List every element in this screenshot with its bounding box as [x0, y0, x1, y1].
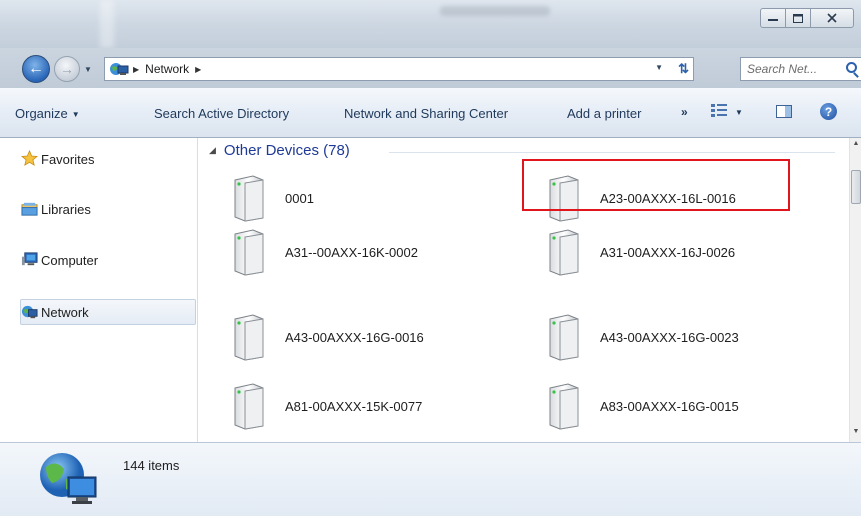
add-printer-label: Add a printer	[567, 106, 642, 121]
device-label: 0001	[285, 191, 314, 206]
file-list-pane: ◢ Other Devices (78) 0001 A23-00AXXX-16L…	[199, 138, 849, 442]
scroll-thumb[interactable]	[851, 170, 861, 204]
refresh-icon[interactable]: ⇅	[678, 61, 689, 77]
device-label: A43-00AXXX-16G-0016	[285, 330, 424, 345]
minimize-button[interactable]	[760, 8, 786, 28]
device-icon	[549, 383, 579, 430]
item-count: 144 items	[123, 458, 180, 473]
address-bar[interactable]: ▶ Network ▶ ▼ ⇅	[104, 57, 694, 81]
device-icon	[234, 175, 264, 222]
search-placeholder: Search Net...	[747, 62, 818, 76]
help-icon[interactable]: ?	[820, 103, 837, 120]
forward-button[interactable]: →	[54, 56, 80, 82]
sidebar-item-computer[interactable]: Computer	[21, 247, 197, 273]
address-history-dropdown[interactable]: ▼	[655, 63, 663, 72]
vertical-scrollbar[interactable]: ▲ ▼	[849, 138, 861, 442]
back-button[interactable]: ←	[22, 55, 50, 83]
computer-icon	[21, 252, 38, 266]
maximize-button[interactable]	[785, 8, 811, 28]
chevron-down-icon: ▼	[71, 110, 80, 119]
group-divider	[389, 152, 835, 153]
device-label: A83-00AXXX-16G-0015	[600, 399, 739, 414]
device-item[interactable]: A81-00AXXX-15K-0077	[229, 382, 539, 434]
address-row: ← → ▼ ▶ Network ▶ ▼ ⇅ Search Net...	[0, 48, 861, 88]
sidebar-item-label: Network	[41, 304, 89, 320]
breadcrumb-chevron-icon[interactable]: ▶	[195, 65, 201, 74]
collapse-group-icon[interactable]: ◢	[209, 145, 216, 156]
group-header[interactable]: ◢ Other Devices (78)	[209, 142, 350, 159]
sidebar-item-libraries[interactable]: Libraries	[21, 196, 197, 222]
search-icon[interactable]	[846, 62, 857, 73]
search-box[interactable]: Search Net...	[740, 57, 861, 81]
window-controls	[760, 8, 854, 28]
device-item[interactable]: A83-00AXXX-16G-0015	[544, 382, 854, 434]
title-bar	[0, 0, 861, 48]
window-title-blurred	[440, 6, 550, 16]
organize-menu[interactable]: Organize ▼	[15, 106, 80, 121]
breadcrumb-network[interactable]: Network	[145, 62, 189, 76]
device-item[interactable]: 0001	[229, 174, 539, 226]
sidebar-item-favorites[interactable]: Favorites	[21, 146, 197, 172]
network-sharing-label: Network and Sharing Center	[344, 106, 509, 121]
search-ad-label: Search Active Directory	[154, 106, 290, 121]
add-printer-button[interactable]: Add a printer	[567, 106, 641, 121]
close-button[interactable]	[810, 8, 854, 28]
preview-pane-icon[interactable]	[776, 105, 792, 118]
back-arrow-icon: ←	[28, 60, 44, 77]
device-item[interactable]: A43-00AXXX-16G-0023	[544, 313, 854, 365]
network-globe-icon	[40, 453, 97, 504]
device-label: A81-00AXXX-15K-0077	[285, 399, 423, 414]
device-item[interactable]: A31-00AXXX-16J-0026	[544, 228, 854, 280]
title-bar-reflection	[100, 0, 114, 48]
sidebar-item-label: Libraries	[41, 201, 91, 217]
device-icon	[549, 229, 579, 276]
scroll-up-icon[interactable]: ▲	[851, 140, 861, 152]
network-location-icon	[109, 61, 129, 77]
device-icon	[234, 314, 264, 361]
sidebar-item-label: Favorites	[41, 151, 95, 167]
search-active-directory-button[interactable]: Search Active Directory	[154, 106, 289, 121]
device-label: A31--00AXX-16K-0002	[285, 245, 418, 260]
device-icon	[234, 229, 264, 276]
group-title: Other Devices (78)	[223, 142, 350, 159]
minimize-icon	[768, 19, 778, 21]
sidebar-item-network[interactable]: Network	[20, 299, 196, 325]
network-sharing-center-button[interactable]: Network and Sharing Center	[344, 106, 508, 121]
forward-arrow-icon: →	[60, 61, 74, 77]
breadcrumb-separator-icon[interactable]: ▶	[133, 65, 139, 74]
recent-pages-dropdown[interactable]: ▼	[84, 65, 92, 74]
scroll-down-icon[interactable]: ▼	[851, 428, 861, 440]
change-view-icon[interactable]	[711, 104, 727, 118]
libraries-icon	[21, 202, 38, 216]
sidebar-item-label: Computer	[41, 252, 99, 268]
device-item[interactable]: A43-00AXXX-16G-0016	[229, 313, 539, 365]
close-icon	[827, 13, 837, 23]
highlight-box	[522, 159, 790, 211]
details-pane: 144 items	[0, 442, 861, 516]
maximize-icon	[793, 13, 803, 23]
device-label: A43-00AXXX-16G-0023	[600, 330, 739, 345]
more-commands-button[interactable]: »	[681, 105, 688, 119]
device-icon	[234, 383, 264, 430]
device-icon	[549, 314, 579, 361]
star-icon	[21, 150, 38, 166]
network-icon	[21, 305, 38, 319]
device-item[interactable]: A31--00AXX-16K-0002	[229, 228, 539, 280]
command-bar: Organize ▼ Search Active Directory Networ…	[0, 88, 861, 138]
device-label: A31-00AXXX-16J-0026	[600, 245, 736, 260]
navigation-pane: Favorites Libraries Computer Network	[0, 138, 198, 442]
view-options-dropdown[interactable]: ▼	[735, 108, 743, 117]
organize-label: Organize	[15, 106, 68, 121]
